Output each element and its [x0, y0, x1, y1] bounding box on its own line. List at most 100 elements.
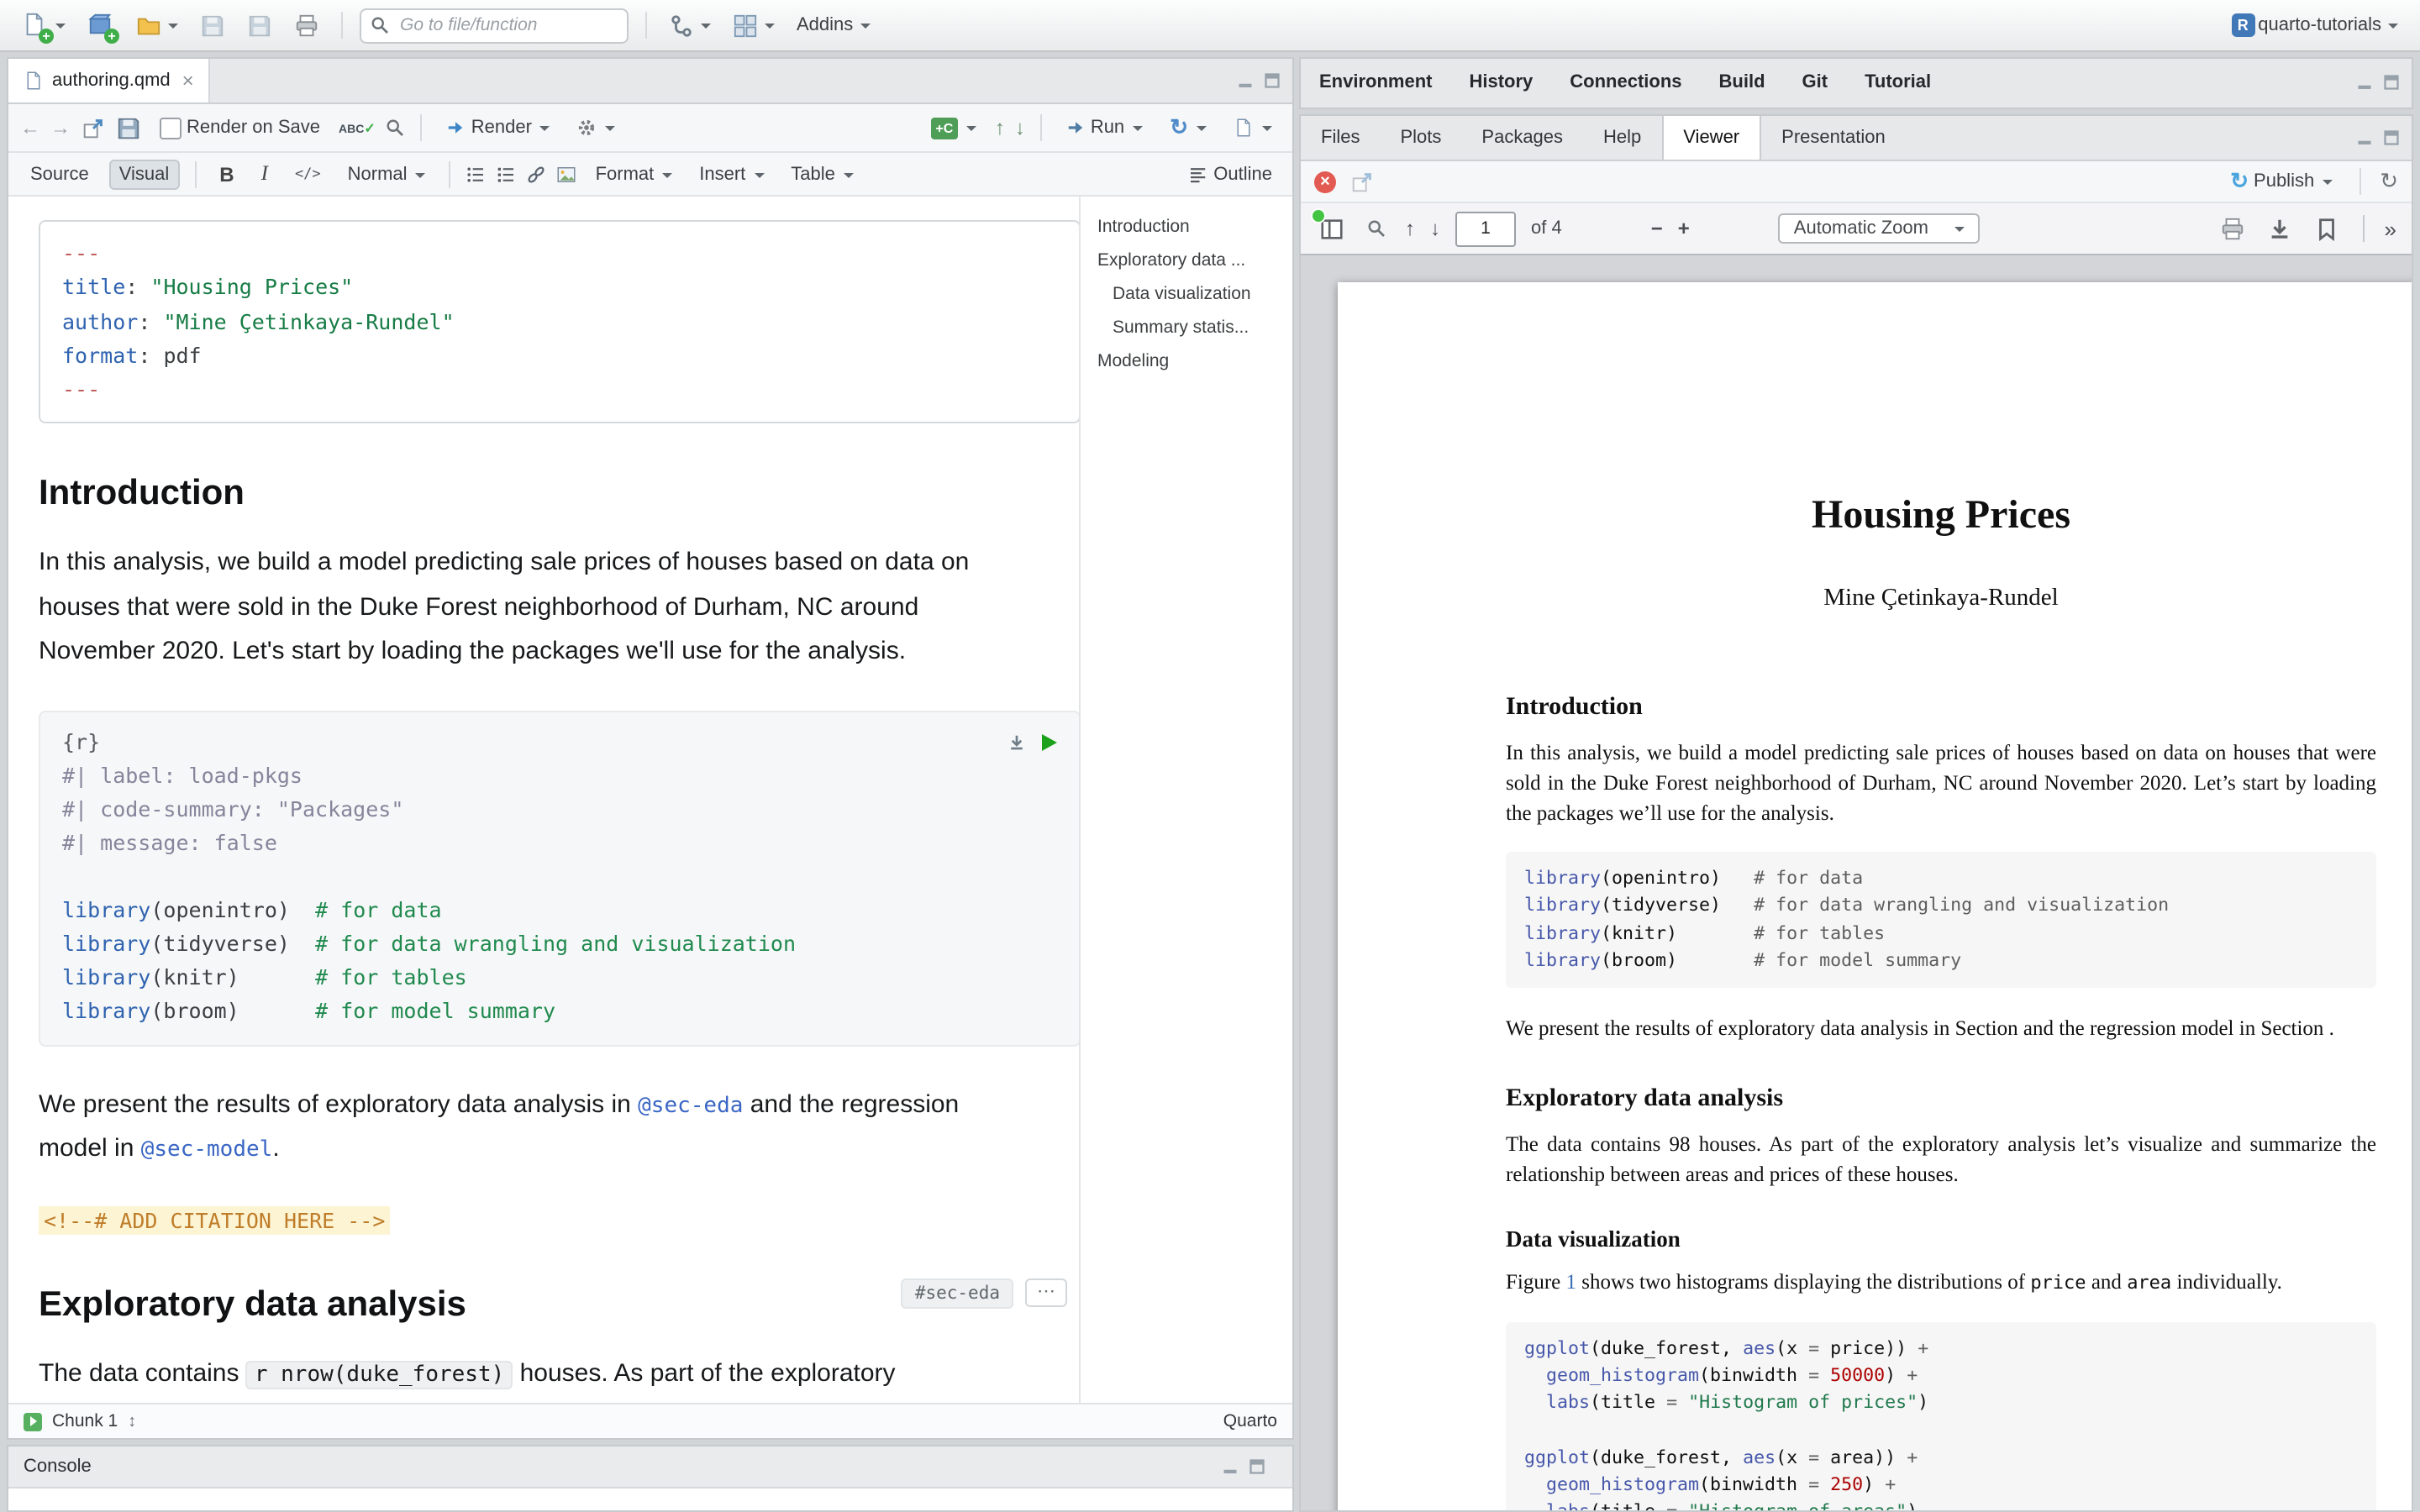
- yaml-line[interactable]: format: pdf: [62, 339, 1057, 374]
- zoom-select[interactable]: Automatic Zoom: [1779, 213, 1981, 244]
- pdf-viewport[interactable]: Housing Prices Mine Çetinkaya-Rundel Int…: [1301, 255, 2412, 1510]
- refresh-viewer-icon[interactable]: ↻: [2380, 168, 2398, 195]
- pdf-more-tools-icon[interactable]: »: [2385, 216, 2396, 241]
- open-in-new-window-icon[interactable]: [1349, 169, 1375, 194]
- previous-chunk-icon[interactable]: ↑: [995, 116, 1005, 139]
- tab-plots[interactable]: Plots: [1380, 116, 1461, 160]
- panes-layout-button[interactable]: [728, 9, 780, 41]
- pdf-bookmark-button[interactable]: [2311, 213, 2343, 244]
- minimize-pane-icon[interactable]: [2354, 71, 2375, 92]
- outline-item-summary-statistics[interactable]: Summary statis...: [1097, 318, 1286, 338]
- outline-item-data-visualization[interactable]: Data visualization: [1097, 284, 1286, 304]
- run-chunk-icon[interactable]: [1042, 734, 1057, 751]
- find-replace-icon[interactable]: [386, 118, 406, 138]
- tab-authoring-qmd[interactable]: authoring.qmd ×: [8, 59, 211, 102]
- insert-menu[interactable]: Insert: [691, 160, 772, 187]
- goto-file-search[interactable]: [360, 8, 629, 43]
- heading-introduction[interactable]: Introduction: [39, 475, 1055, 515]
- tab-help[interactable]: Help: [1583, 116, 1661, 160]
- pdf-find-button[interactable]: [1363, 215, 1390, 242]
- pdf-print-button[interactable]: [2217, 213, 2249, 244]
- save-icon[interactable]: [116, 115, 141, 140]
- minimize-pane-icon[interactable]: [1220, 1457, 1240, 1477]
- run-button[interactable]: Run: [1057, 114, 1151, 141]
- maximize-pane-icon[interactable]: [1262, 71, 1282, 91]
- project-menu-button[interactable]: R quarto-tutorials: [2226, 10, 2403, 40]
- yaml-line[interactable]: title: "Housing Prices": [62, 271, 1057, 306]
- new-file-button[interactable]: +: [17, 8, 71, 42]
- yaml-line[interactable]: author: "Mine Çetinkaya-Rundel": [62, 305, 1057, 339]
- maximize-pane-icon[interactable]: [1247, 1457, 1267, 1477]
- yaml-line[interactable]: ---: [62, 237, 1057, 271]
- yaml-line[interactable]: ---: [62, 373, 1057, 407]
- outline-item-introduction[interactable]: Introduction: [1097, 217, 1286, 237]
- paragraph-data[interactable]: The data contains r nrow(duke_forest) ho…: [39, 1352, 990, 1403]
- chunk-line[interactable]: #| label: load-pkgs: [62, 759, 1057, 793]
- next-chunk-icon[interactable]: ↓: [1015, 116, 1025, 139]
- render-on-save-checkbox[interactable]: [160, 117, 182, 139]
- heading-eda[interactable]: Exploratory data analysis: [39, 1284, 902, 1325]
- paragraph-crossrefs[interactable]: We present the results of exploratory da…: [39, 1084, 990, 1172]
- open-in-new-window-icon[interactable]: [81, 115, 106, 140]
- pdf-next-page-icon[interactable]: ↓: [1430, 217, 1440, 240]
- console-header[interactable]: Console: [8, 1446, 1292, 1488]
- publish-button[interactable]: ↻ Publish: [2222, 165, 2341, 198]
- chunk-line[interactable]: library(tidyverse) # for data wrangling …: [62, 927, 1057, 961]
- chunk-line[interactable]: #| message: false: [62, 827, 1057, 860]
- save-all-button[interactable]: [242, 9, 277, 41]
- numbered-list-icon[interactable]: [497, 164, 517, 184]
- tab-build[interactable]: Build: [1701, 59, 1784, 104]
- image-icon[interactable]: [557, 164, 577, 184]
- visual-mode-button[interactable]: Visual: [109, 159, 180, 189]
- paragraph-intro[interactable]: In this analysis, we build a model predi…: [39, 542, 990, 675]
- pdf-download-button[interactable]: [2264, 213, 2296, 244]
- outline-item-modeling[interactable]: Modeling: [1097, 351, 1286, 371]
- chunk-line[interactable]: [62, 860, 1057, 894]
- outline-item-eda[interactable]: Exploratory data ...: [1097, 250, 1286, 270]
- tab-presentation[interactable]: Presentation: [1761, 116, 1906, 160]
- insert-chunk-button[interactable]: +C: [923, 113, 985, 142]
- forward-icon[interactable]: →: [50, 116, 71, 139]
- maximize-pane-icon[interactable]: [2381, 128, 2402, 148]
- tab-connections[interactable]: Connections: [1551, 59, 1700, 104]
- maximize-pane-icon[interactable]: [2381, 71, 2402, 92]
- chunk-nav-icon[interactable]: ↕: [128, 1412, 136, 1431]
- new-project-button[interactable]: +: [82, 8, 119, 42]
- render-button[interactable]: Render: [438, 114, 559, 141]
- editor-content[interactable]: --- title: "Housing Prices" author: "Min…: [8, 197, 1079, 1403]
- spellcheck-icon[interactable]: ABC✓: [339, 120, 376, 135]
- source-document-button[interactable]: [1225, 114, 1281, 141]
- save-button[interactable]: [195, 9, 230, 41]
- document-type-label[interactable]: Quarto: [1223, 1411, 1277, 1431]
- pdf-sidebar-toggle[interactable]: [1316, 213, 1348, 244]
- table-menu[interactable]: Table: [782, 160, 862, 187]
- link-icon[interactable]: [527, 164, 547, 184]
- version-control-button[interactable]: [664, 9, 716, 41]
- addins-menu-button[interactable]: Addins: [792, 12, 875, 39]
- back-icon[interactable]: ←: [20, 116, 40, 139]
- tab-tutorial[interactable]: Tutorial: [1846, 59, 1949, 104]
- tab-files[interactable]: Files: [1301, 116, 1380, 160]
- goto-file-input[interactable]: [397, 13, 618, 37]
- rerun-previous-button[interactable]: ↻: [1161, 111, 1215, 144]
- chunk-line[interactable]: library(broom) # for model summary: [62, 995, 1057, 1028]
- yaml-front-matter[interactable]: --- title: "Housing Prices" author: "Min…: [39, 220, 1079, 424]
- close-tab-icon[interactable]: ×: [182, 69, 194, 92]
- code-chunk-load-pkgs[interactable]: {r} #| label: load-pkgs #| code-summary:…: [39, 711, 1079, 1047]
- tab-environment[interactable]: Environment: [1301, 59, 1450, 104]
- clear-viewer-icon[interactable]: ×: [1314, 171, 1336, 192]
- source-mode-button[interactable]: Source: [20, 159, 99, 189]
- bold-button[interactable]: B: [211, 159, 242, 189]
- section-more-button[interactable]: ⋯: [1025, 1278, 1067, 1307]
- code-button[interactable]: </>: [287, 162, 329, 186]
- tab-history[interactable]: History: [1450, 59, 1551, 104]
- bullet-list-icon[interactable]: [466, 164, 487, 184]
- tab-packages[interactable]: Packages: [1461, 116, 1583, 160]
- chunk-line[interactable]: library(openintro) # for data: [62, 894, 1057, 927]
- open-file-button[interactable]: [131, 9, 183, 41]
- pdf-page-input[interactable]: [1455, 211, 1516, 246]
- zoom-in-icon[interactable]: +: [1678, 217, 1690, 240]
- paragraph-style-dropdown[interactable]: Normal: [339, 160, 434, 187]
- chunk-line[interactable]: #| code-summary: "Packages": [62, 793, 1057, 827]
- html-comment[interactable]: <!--# ADD CITATION HERE -->: [39, 1205, 390, 1234]
